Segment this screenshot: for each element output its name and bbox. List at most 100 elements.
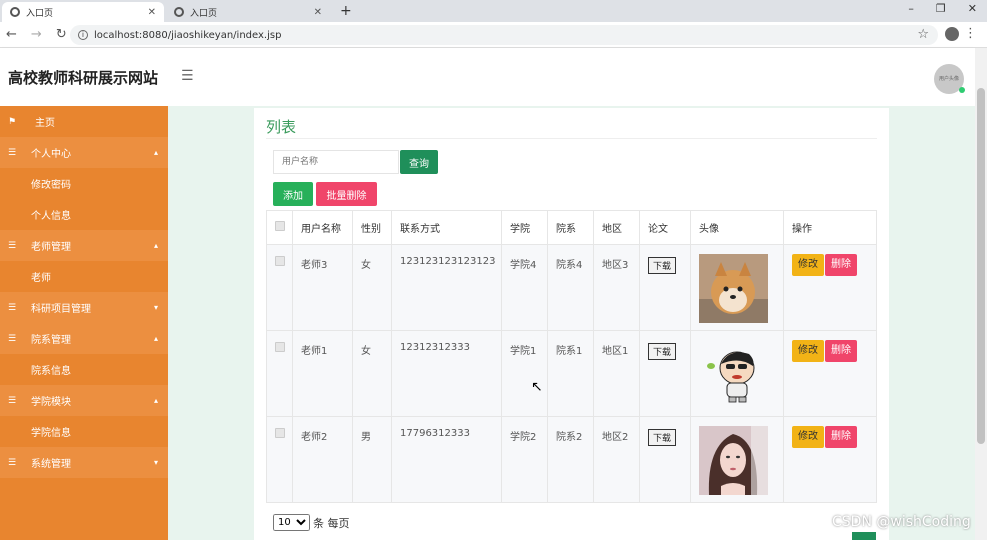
cell-gender: 女 (352, 244, 392, 331)
chevron-icon: ▾ (153, 458, 158, 467)
cell-avatar (690, 330, 784, 417)
cell-gender: 男 (352, 416, 392, 503)
avatar-text: 用户头像 (938, 76, 959, 82)
nav-buttons: ← → ↻ (6, 27, 67, 42)
url-input[interactable]: i localhost:8080/jiaoshikeyan/index.jsp (70, 25, 938, 45)
delete-button[interactable]: 删除 (825, 340, 857, 362)
window-controls: – ❐ ✕ (908, 2, 977, 15)
address-bar-row: ← → ↻ i localhost:8080/jiaoshikeyan/inde… (0, 22, 987, 48)
search-button[interactable]: 查询 (400, 150, 438, 174)
col-dept: 院系 (547, 210, 594, 245)
select-all-checkbox[interactable] (275, 221, 285, 231)
edit-button[interactable]: 修改 (792, 426, 824, 448)
sidebar-item-label: 系统管理 (31, 459, 71, 470)
list-icon: ☰ (8, 395, 17, 406)
sidebar-item[interactable]: 修改密码 (0, 168, 168, 199)
cell-paper: 下载 (639, 416, 691, 503)
globe-icon (10, 7, 20, 17)
cartoon-avatar-image (699, 340, 768, 409)
close-tab-icon[interactable]: ✕ (148, 7, 156, 18)
pagination-corner (852, 532, 876, 540)
tab-title: 入口页 (190, 8, 218, 19)
download-button[interactable]: 下载 (648, 257, 677, 274)
cell-name: 老师2 (292, 416, 353, 503)
forward-icon[interactable]: → (31, 27, 42, 42)
mouse-cursor-icon: ↖ (531, 379, 543, 395)
page-title: 列表 (266, 118, 297, 136)
reload-icon[interactable]: ↻ (56, 27, 67, 42)
browser-tab-2[interactable]: 入口页 ✕ (166, 2, 330, 22)
sidebar-item-label: 科研项目管理 (31, 304, 91, 315)
cell-region: 地区1 (593, 330, 640, 417)
list-icon: ☰ (8, 333, 17, 344)
page-size-select[interactable]: 10 (273, 514, 310, 531)
delete-button[interactable]: 删除 (825, 254, 857, 276)
sidebar-item-label: 主页 (35, 118, 55, 129)
table-row: 老师1 女 12312312333 学院1 院系1 地区1 下载 修改 删除 (266, 330, 877, 417)
scrollbar-thumb[interactable] (977, 88, 985, 444)
sidebar-item-label: 老师管理 (31, 242, 71, 253)
cell-actions: 修改 删除 (783, 330, 877, 417)
search-input[interactable] (273, 150, 399, 174)
add-button[interactable]: 添加 (273, 182, 313, 206)
sidebar-item[interactable]: ☰ 老师管理 ▴ (0, 230, 168, 261)
cell-college: 学院2 (501, 416, 548, 503)
close-tab-icon[interactable]: ✕ (314, 7, 322, 18)
table-row: 老师3 女 123123123123123 学院4 院系4 地区3 下载 修改 … (266, 244, 877, 331)
row-checkbox[interactable] (275, 428, 285, 438)
list-icon: ☰ (8, 457, 17, 468)
chevron-icon: ▴ (153, 334, 158, 343)
delete-button[interactable]: 删除 (825, 426, 857, 448)
cell-avatar (690, 416, 784, 503)
avatar[interactable]: 用户头像 (934, 64, 965, 94)
restore-button[interactable]: ❐ (936, 2, 946, 15)
sidebar-item[interactable]: ☰ 个人中心 ▴ (0, 137, 168, 168)
new-tab-button[interactable]: + (340, 3, 352, 19)
cell-region: 地区2 (593, 416, 640, 503)
sidebar-item[interactable]: 老师 (0, 261, 168, 292)
list-icon: ☰ (8, 240, 17, 251)
sidebar-item[interactable]: ☰ 学院模块 ▴ (0, 385, 168, 416)
edit-button[interactable]: 修改 (792, 254, 824, 276)
sidebar-item-label: 学院模块 (31, 397, 71, 408)
col-name: 用户名称 (292, 210, 353, 245)
cell-college: 学院1 (501, 330, 548, 417)
row-checkbox[interactable] (275, 256, 285, 266)
account-icon[interactable] (945, 27, 959, 41)
row-select-cell (266, 330, 293, 417)
sidebar-item-label: 老师 (31, 273, 51, 284)
table-header-row: 用户名称 性别 联系方式 学院 院系 地区 论文 头像 操作 (266, 210, 877, 245)
sidebar-item[interactable]: ☰ 科研项目管理 ▾ (0, 292, 168, 323)
sidebar-item[interactable]: 院系信息 (0, 354, 168, 385)
sidebar-item[interactable]: ⚑ 主页 (0, 106, 168, 137)
col-avatar: 头像 (690, 210, 784, 245)
col-paper: 论文 (639, 210, 691, 245)
sidebar-item-label: 个人中心 (31, 149, 71, 160)
hamburger-icon[interactable]: ☰ (181, 68, 194, 84)
sidebar-item[interactable]: 学院信息 (0, 416, 168, 447)
bookmark-star-icon[interactable]: ☆ (917, 27, 929, 42)
browser-tab-1[interactable]: 入口页 ✕ (2, 2, 164, 22)
batch-delete-button[interactable]: 批量删除 (316, 182, 377, 206)
download-button[interactable]: 下载 (648, 429, 677, 446)
col-phone: 联系方式 (391, 210, 502, 245)
edit-button[interactable]: 修改 (792, 340, 824, 362)
select-all-cell (266, 210, 293, 245)
sidebar-item[interactable]: ☰ 院系管理 ▴ (0, 323, 168, 354)
sidebar-item[interactable]: 个人信息 (0, 199, 168, 230)
cell-actions: 修改 删除 (783, 244, 877, 331)
action-buttons: 修改 删除 (792, 340, 857, 362)
sidebar-item[interactable]: ☰ 系统管理 ▾ (0, 447, 168, 478)
row-checkbox[interactable] (275, 342, 285, 352)
info-icon[interactable]: i (78, 30, 88, 40)
download-button[interactable]: 下载 (648, 343, 677, 360)
cell-gender: 女 (352, 330, 392, 417)
back-icon[interactable]: ← (6, 27, 17, 42)
cell-region: 地区3 (593, 244, 640, 331)
sidebar-item-label: 学院信息 (31, 428, 71, 439)
menu-kebab-icon[interactable]: ⋮ (964, 26, 977, 41)
cell-avatar (690, 244, 784, 331)
close-window-button[interactable]: ✕ (968, 2, 977, 15)
minimize-button[interactable]: – (908, 2, 914, 15)
chevron-icon: ▾ (153, 303, 158, 312)
